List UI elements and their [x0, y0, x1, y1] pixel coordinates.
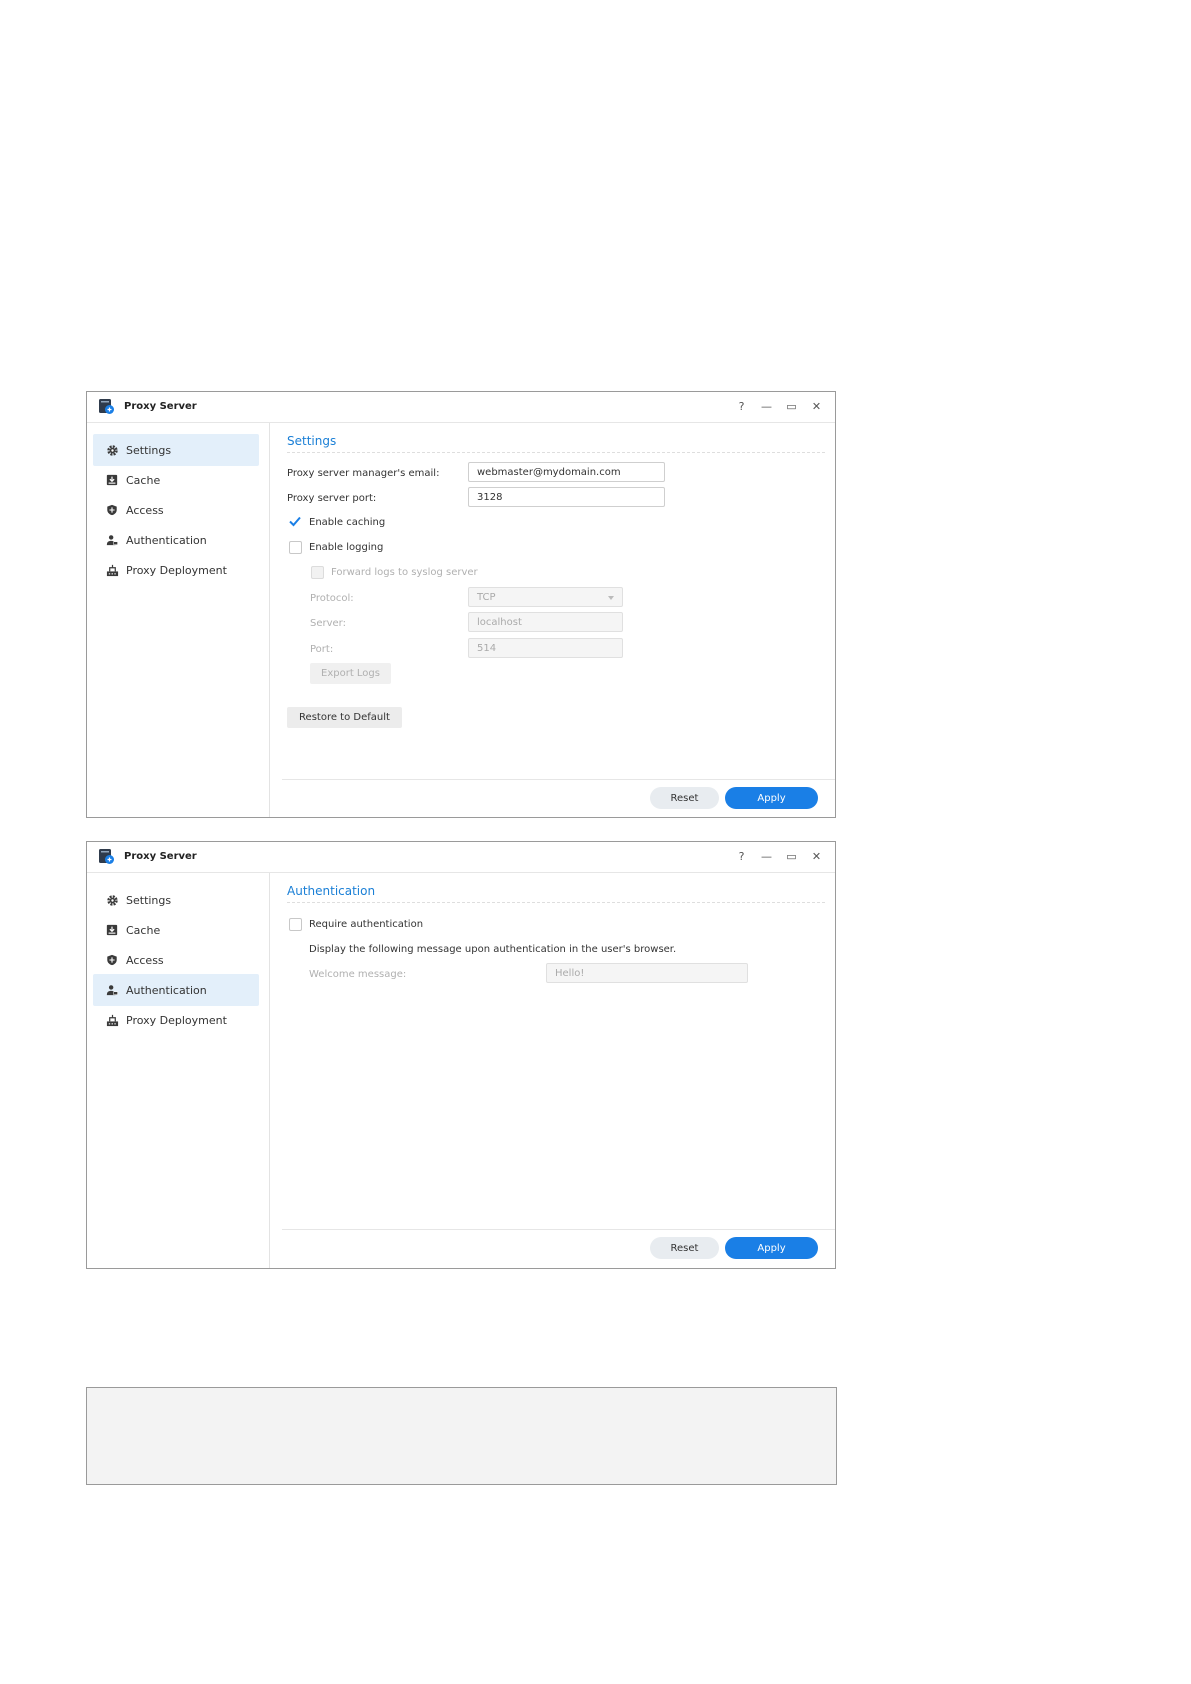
server-field[interactable]: localhost	[468, 612, 623, 632]
sidebar-item-access[interactable]: Access	[93, 494, 259, 526]
minimize-icon[interactable]: —	[754, 846, 779, 866]
enable-caching-checkbox[interactable]	[288, 514, 302, 528]
cache-icon	[105, 473, 119, 487]
reset-button[interactable]: Reset	[650, 1237, 719, 1259]
port-field[interactable]: 3128	[468, 487, 665, 507]
close-icon[interactable]: ✕	[804, 846, 829, 866]
sidebar-item-label: Access	[126, 953, 164, 967]
email-label: Proxy server manager's email:	[287, 468, 440, 479]
sidebar-item-proxy-deployment[interactable]: Proxy Deployment	[93, 1004, 259, 1036]
sidebar-item-authentication[interactable]: Authentication	[93, 974, 259, 1006]
maximize-icon[interactable]: ▭	[779, 396, 804, 416]
network-icon	[105, 563, 119, 577]
welcome-message-label: Welcome message:	[309, 969, 407, 980]
server-label: Server:	[310, 618, 346, 629]
shield-icon	[105, 503, 119, 517]
protocol-value: TCP	[477, 591, 496, 603]
restore-default-button[interactable]: Restore to Default	[287, 707, 402, 728]
enable-logging-checkbox[interactable]	[289, 541, 302, 554]
sidebar-item-cache[interactable]: Cache	[93, 464, 259, 496]
apply-button[interactable]: Apply	[725, 787, 818, 809]
proxy-server-window-authentication: Proxy Server ? — ▭ ✕ Settings Cache Acce…	[86, 841, 836, 1269]
footer-divider	[282, 779, 835, 780]
sidebar-item-settings[interactable]: Settings	[93, 884, 259, 916]
note-box	[86, 1387, 837, 1485]
cache-icon	[105, 923, 119, 937]
reset-button[interactable]: Reset	[650, 787, 719, 809]
window-title: Proxy Server	[124, 401, 197, 412]
email-field[interactable]: webmaster@mydomain.com	[468, 462, 665, 482]
protocol-label: Protocol:	[310, 593, 354, 604]
sidebar-item-label: Authentication	[126, 983, 207, 997]
title-bar: Proxy Server ? — ▭ ✕	[87, 842, 835, 873]
settings-panel: Settings Proxy server manager's email: w…	[270, 423, 835, 817]
sidebar: Settings Cache Access Authentication Pro…	[87, 873, 270, 1268]
sidebar-item-label: Proxy Deployment	[126, 1013, 227, 1027]
gear-icon	[105, 893, 119, 907]
sidebar-item-label: Cache	[126, 923, 161, 937]
protocol-select[interactable]: TCP	[468, 587, 623, 607]
window-title: Proxy Server	[124, 851, 197, 862]
shield-icon	[105, 953, 119, 967]
sidebar-item-cache[interactable]: Cache	[93, 914, 259, 946]
gear-icon	[105, 443, 119, 457]
sidebar-item-access[interactable]: Access	[93, 944, 259, 976]
forward-logs-label: Forward logs to syslog server	[331, 567, 478, 578]
section-title: Authentication	[287, 884, 825, 903]
sidebar-item-proxy-deployment[interactable]: Proxy Deployment	[93, 554, 259, 586]
sidebar-item-label: Proxy Deployment	[126, 563, 227, 577]
apply-button[interactable]: Apply	[725, 1237, 818, 1259]
port-label: Proxy server port:	[287, 493, 377, 504]
sidebar-item-label: Cache	[126, 473, 161, 487]
sidebar-item-label: Settings	[126, 893, 172, 907]
sidebar: Settings Cache Access Authentication Pro…	[87, 423, 270, 817]
proxy-server-app-icon	[99, 399, 114, 414]
auth-message-description: Display the following message upon authe…	[309, 944, 677, 955]
authentication-panel: Authentication Require authentication Di…	[270, 873, 835, 1268]
help-icon[interactable]: ?	[729, 396, 754, 416]
minimize-icon[interactable]: —	[754, 396, 779, 416]
syslog-port-field[interactable]: 514	[468, 638, 623, 658]
require-authentication-label: Require authentication	[309, 919, 424, 930]
section-title: Settings	[287, 434, 825, 453]
title-bar: Proxy Server ? — ▭ ✕	[87, 392, 835, 423]
sidebar-item-label: Access	[126, 503, 164, 517]
help-icon[interactable]: ?	[729, 846, 754, 866]
close-icon[interactable]: ✕	[804, 396, 829, 416]
sidebar-item-settings[interactable]: Settings	[93, 434, 259, 466]
maximize-icon[interactable]: ▭	[779, 846, 804, 866]
enable-logging-label: Enable logging	[309, 542, 384, 553]
sidebar-item-label: Settings	[126, 443, 172, 457]
enable-caching-label: Enable caching	[309, 517, 386, 528]
user-icon	[105, 533, 119, 547]
user-icon	[105, 983, 119, 997]
proxy-server-window-settings: Proxy Server ? — ▭ ✕ Settings Cache Acce…	[86, 391, 836, 818]
chevron-down-icon	[608, 596, 614, 600]
require-authentication-checkbox[interactable]	[289, 918, 302, 931]
footer-divider	[282, 1229, 835, 1230]
sidebar-item-label: Authentication	[126, 533, 207, 547]
export-logs-button[interactable]: Export Logs	[310, 663, 391, 684]
welcome-message-field[interactable]: Hello!	[546, 963, 748, 983]
forward-logs-checkbox[interactable]	[311, 566, 324, 579]
syslog-port-label: Port:	[310, 644, 334, 655]
network-icon	[105, 1013, 119, 1027]
proxy-server-app-icon	[99, 849, 114, 864]
sidebar-item-authentication[interactable]: Authentication	[93, 524, 259, 556]
